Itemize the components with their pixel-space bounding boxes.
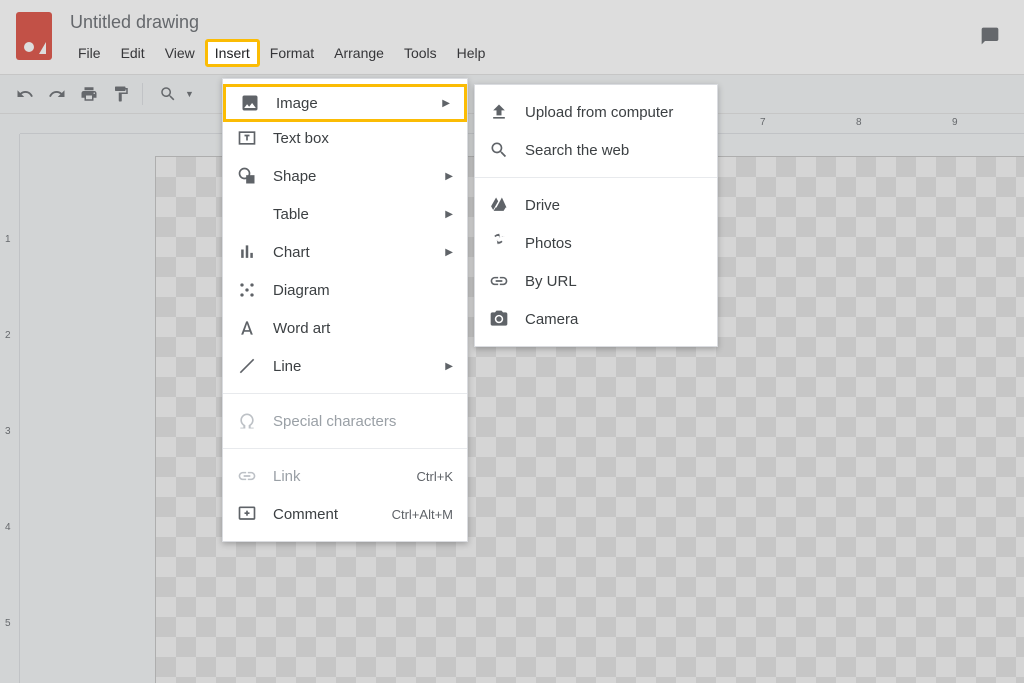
insert-textbox-item[interactable]: Text box: [223, 119, 467, 157]
insert-dropdown: Image ▶ Text box Shape ▶ Table ▶ Chart ▶…: [222, 78, 468, 542]
image-drive-item[interactable]: Drive: [475, 186, 717, 224]
menu-label: Camera: [525, 311, 703, 328]
menu-format[interactable]: Format: [260, 39, 324, 67]
chart-icon: [237, 242, 257, 262]
menu-shortcut: Ctrl+Alt+M: [392, 507, 453, 522]
toolbar-separator: [142, 83, 143, 105]
menu-label: Line: [273, 358, 445, 375]
drive-icon: [489, 195, 509, 215]
menu-label: Chart: [273, 244, 445, 261]
menu-label: Shape: [273, 168, 445, 185]
menu-insert[interactable]: Insert: [205, 39, 260, 67]
insert-wordart-item[interactable]: Word art: [223, 309, 467, 347]
menu-label: Text box: [273, 130, 453, 147]
insert-special-item: Special characters: [223, 402, 467, 440]
print-button[interactable]: [74, 79, 104, 109]
menu-edit[interactable]: Edit: [111, 39, 155, 67]
image-upload-item[interactable]: Upload from computer: [475, 93, 717, 131]
ruler-tick: 3: [5, 426, 11, 437]
menu-help[interactable]: Help: [447, 39, 496, 67]
ruler-vertical: 1 2 3 4 5: [0, 134, 20, 683]
menu-bar: File Edit View Insert Format Arrange Too…: [68, 39, 495, 67]
menu-arrange[interactable]: Arrange: [324, 39, 394, 67]
link-icon: [237, 466, 257, 486]
menu-separator: [475, 177, 717, 178]
insert-image-item[interactable]: Image ▶: [223, 84, 467, 122]
app-logo-drawings[interactable]: [16, 12, 52, 60]
omega-icon: [237, 411, 257, 431]
comment-history-button[interactable]: [980, 26, 1008, 54]
menu-separator: [223, 448, 467, 449]
search-icon: [489, 140, 509, 160]
comment-icon: [237, 504, 257, 524]
insert-link-item: Link Ctrl+K: [223, 457, 467, 495]
insert-diagram-item[interactable]: Diagram: [223, 271, 467, 309]
menu-label: Photos: [525, 235, 703, 252]
document-title[interactable]: Untitled drawing: [64, 10, 495, 35]
undo-button[interactable]: [10, 79, 40, 109]
photos-icon: [489, 233, 509, 253]
table-icon: [237, 204, 257, 224]
menu-separator: [223, 393, 467, 394]
redo-button[interactable]: [42, 79, 72, 109]
insert-shape-item[interactable]: Shape ▶: [223, 157, 467, 195]
menu-label: Search the web: [525, 142, 703, 159]
menu-tools[interactable]: Tools: [394, 39, 447, 67]
menu-label: Table: [273, 206, 445, 223]
ruler-tick: 9: [952, 117, 958, 128]
image-icon: [240, 93, 260, 113]
ruler-tick: 1: [5, 234, 11, 245]
diagram-icon: [237, 280, 257, 300]
ruler-tick: 7: [760, 117, 766, 128]
ruler-tick: 2: [5, 330, 11, 341]
menu-shortcut: Ctrl+K: [417, 469, 453, 484]
zoom-dropdown[interactable]: ▼: [149, 79, 198, 109]
ruler-tick: 5: [5, 618, 11, 629]
insert-chart-item[interactable]: Chart ▶: [223, 233, 467, 271]
link-icon: [489, 271, 509, 291]
menu-label: Link: [273, 468, 417, 485]
menu-label: Upload from computer: [525, 104, 703, 121]
ruler-tick: 8: [856, 117, 862, 128]
menu-label: Comment: [273, 506, 392, 523]
menu-label: Word art: [273, 320, 453, 337]
upload-icon: [489, 102, 509, 122]
menu-label: By URL: [525, 273, 703, 290]
insert-comment-item[interactable]: Comment Ctrl+Alt+M: [223, 495, 467, 533]
menu-view[interactable]: View: [155, 39, 205, 67]
chevron-down-icon: ▼: [185, 89, 194, 99]
insert-table-item[interactable]: Table ▶: [223, 195, 467, 233]
menu-label: Image: [276, 95, 442, 112]
image-submenu: Upload from computer Search the web Driv…: [474, 84, 718, 347]
image-byurl-item[interactable]: By URL: [475, 262, 717, 300]
submenu-arrow-icon: ▶: [445, 361, 453, 372]
menu-label: Diagram: [273, 282, 453, 299]
menu-label: Drive: [525, 197, 703, 214]
insert-line-item[interactable]: Line ▶: [223, 347, 467, 385]
image-camera-item[interactable]: Camera: [475, 300, 717, 338]
image-photos-item[interactable]: Photos: [475, 224, 717, 262]
textbox-icon: [237, 128, 257, 148]
submenu-arrow-icon: ▶: [445, 171, 453, 182]
image-search-item[interactable]: Search the web: [475, 131, 717, 169]
paint-format-button[interactable]: [106, 79, 136, 109]
header: Untitled drawing File Edit View Insert F…: [0, 0, 1024, 74]
submenu-arrow-icon: ▶: [442, 98, 450, 109]
ruler-tick: 4: [5, 522, 11, 533]
line-icon: [237, 356, 257, 376]
submenu-arrow-icon: ▶: [445, 247, 453, 258]
shape-icon: [237, 166, 257, 186]
submenu-arrow-icon: ▶: [445, 209, 453, 220]
wordart-icon: [237, 318, 257, 338]
menu-file[interactable]: File: [68, 39, 111, 67]
menu-label: Special characters: [273, 413, 453, 430]
camera-icon: [489, 309, 509, 329]
